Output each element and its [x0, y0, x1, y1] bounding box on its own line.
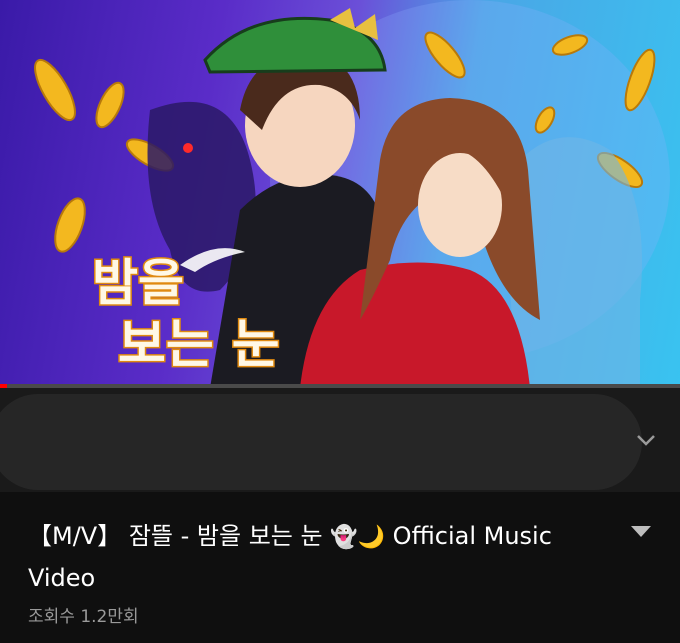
- caret-down-icon[interactable]: [626, 522, 656, 542]
- moon-emoji-icon: 🌙: [357, 525, 386, 550]
- ghost-emoji-icon: 👻: [330, 525, 358, 550]
- video-title[interactable]: 【M/V】 잠뜰 - 밤을 보는 눈 👻🌙 Official Music Vid…: [28, 516, 608, 598]
- video-player[interactable]: 밤을 보는 눈: [0, 0, 680, 388]
- view-count: 조회수 1.2만회: [28, 607, 139, 627]
- blank-overlay-bubble: [0, 394, 642, 490]
- thumbnail-title-line2: 보는 눈: [118, 315, 280, 375]
- thumbnail-title-line1: 밤을: [92, 254, 184, 312]
- chevron-down-icon[interactable]: [632, 428, 660, 452]
- thumbnail-artwork: 밤을 보는 눈: [34, 0, 670, 388]
- title-text: 【M/V】 잠뜰 - 밤을 보는 눈: [28, 522, 323, 550]
